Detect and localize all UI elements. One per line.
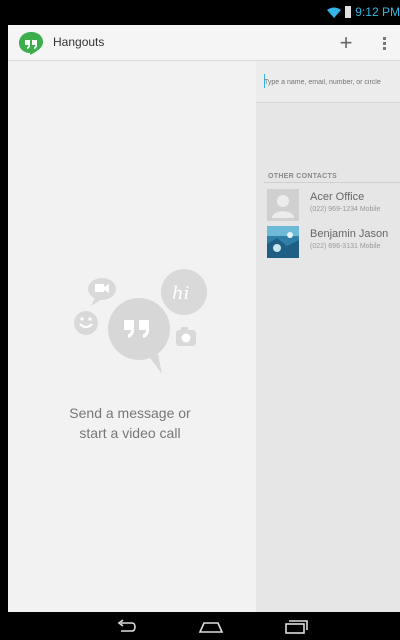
contact-detail: (022) 969-1234 Mobile (310, 206, 381, 213)
wifi-icon (327, 7, 342, 18)
default-avatar-icon (267, 189, 299, 221)
overflow-dot (382, 46, 386, 50)
home-icon[interactable] (196, 618, 226, 634)
contact-detail: (022) 696-3131 Mobile (310, 243, 381, 250)
contact-name: Benjamin Jason (310, 228, 389, 240)
plus-icon: + (339, 30, 353, 55)
search-row (256, 61, 400, 103)
empty-state-message: Send a message or start a video call (30, 403, 230, 443)
navigation-bar (8, 612, 400, 640)
new-conversation-button[interactable]: + (334, 29, 358, 57)
contact-item[interactable]: Benjamin Jason (022) 696-3131 Mobile (256, 222, 400, 260)
app-title: Hangouts (53, 35, 105, 49)
empty-state-line1: Send a message or (69, 405, 191, 421)
status-icons: 9:12 PM (327, 4, 400, 20)
contact-item[interactable]: Acer Office (022) 969-1234 Mobile (256, 185, 400, 223)
hangouts-empty-illustration: hi (74, 269, 207, 374)
conversation-pane: hi Send a message or start a video call (8, 61, 256, 612)
empty-state-line2: start a video call (79, 425, 181, 441)
back-icon[interactable] (112, 618, 142, 634)
battery-icon (345, 6, 352, 18)
hangouts-logo-icon[interactable] (18, 31, 44, 55)
hi-text: hi (172, 283, 189, 304)
contact-name: Acer Office (310, 191, 365, 203)
contact-photo-avatar (267, 226, 299, 258)
overflow-dot (382, 41, 386, 45)
other-contacts-header: OTHER CONTACTS (268, 173, 338, 180)
contact-search-input[interactable] (264, 75, 400, 89)
recent-apps-icon[interactable] (280, 618, 310, 634)
overflow-menu-icon (382, 36, 386, 40)
section-divider (264, 182, 400, 183)
hangouts-app: Hangouts + hi Send a message or start a … (8, 25, 400, 612)
contacts-pane: OTHER CONTACTS Acer Office (022) 969-123… (256, 61, 400, 612)
status-time: 9:12 PM (355, 5, 400, 19)
status-bar: 9:12 PM (8, 0, 400, 25)
action-bar: Hangouts + (8, 25, 400, 61)
overflow-menu-button[interactable] (378, 33, 390, 53)
